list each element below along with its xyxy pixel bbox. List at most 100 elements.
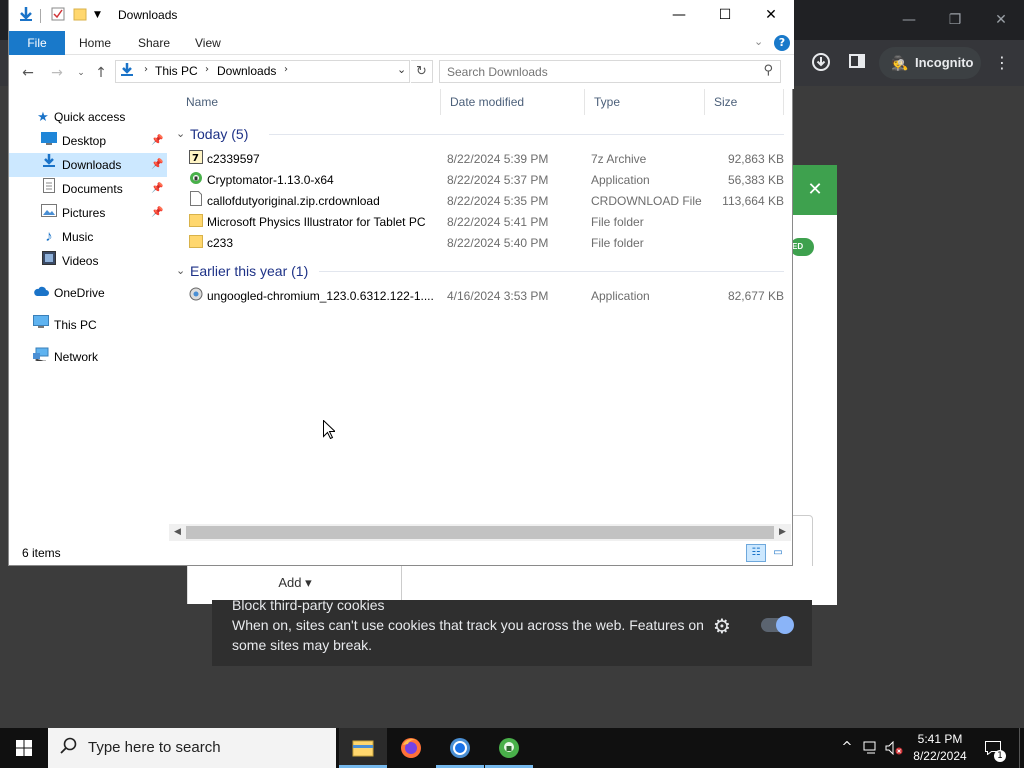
sidebar-item-desktop[interactable]: Desktop 📌 <box>9 129 167 153</box>
windows-start-icon[interactable] <box>0 728 48 768</box>
file-row[interactable]: ungoogled-chromium_123.0.6312.122-1.... … <box>176 286 784 307</box>
pin-icon[interactable]: 📌 <box>151 129 163 153</box>
sidebar-item-quick-access[interactable]: ★ Quick access <box>9 105 167 129</box>
download-icon[interactable] <box>810 52 832 74</box>
sidebar-item-onedrive[interactable]: OneDrive <box>9 281 167 305</box>
group-label: Today (5) <box>190 126 249 142</box>
mouse-cursor-icon <box>323 419 337 440</box>
incognito-indicator[interactable]: 🕵 Incognito <box>879 47 981 79</box>
column-header-type[interactable]: Type <box>584 89 704 115</box>
file-size: 92,863 KB <box>727 152 784 166</box>
scroll-right-icon[interactable]: ▶ <box>774 524 791 541</box>
divider <box>401 566 402 604</box>
column-header-name[interactable]: Name <box>176 89 440 115</box>
forward-arrow-icon[interactable]: → <box>48 64 66 82</box>
scroll-left-icon[interactable]: ◀ <box>169 524 186 541</box>
clock[interactable]: 5:41 PM 8/22/2024 <box>908 731 972 765</box>
back-arrow-icon[interactable]: ← <box>19 64 37 82</box>
file-date: 8/22/2024 5:37 PM <box>447 173 549 187</box>
taskbar-search-box[interactable]: Type here to search <box>48 728 336 768</box>
file-explorer-window: ▼ Downloads — ☐ ✕ File Home Share View ⌄… <box>8 0 794 566</box>
clock-time: 5:41 PM <box>917 732 963 746</box>
green-close-button[interactable]: ✕ <box>793 165 837 215</box>
chevron-down-icon[interactable]: ⌄ <box>176 260 185 282</box>
sidebar-item-this-pc[interactable]: This PC <box>9 313 167 337</box>
details-view-icon[interactable]: ☷ <box>746 544 766 562</box>
file-type: Application <box>591 173 650 187</box>
chevron-up-icon[interactable]: ^ <box>837 728 857 768</box>
chrome-close-button[interactable]: ✕ <box>989 8 1013 32</box>
file-icon <box>188 191 204 212</box>
cookies-toggle[interactable] <box>761 616 794 634</box>
file-row[interactable]: 7 c2339597 8/22/2024 5:39 PM 7z Archive … <box>176 149 784 170</box>
chevron-down-icon[interactable]: ⌄ <box>754 35 763 48</box>
chrome-menu-icon[interactable]: ⋮ <box>991 52 1013 74</box>
properties-icon[interactable] <box>51 7 65 24</box>
sidebar-item-music[interactable]: ♪ Music <box>9 225 167 249</box>
recent-locations-icon[interactable]: ⌄ <box>72 64 90 82</box>
search-box[interactable]: ⚲ <box>439 60 781 83</box>
file-row[interactable]: Microsoft Physics Illustrator for Tablet… <box>176 212 784 233</box>
file-row[interactable]: callofdutyoriginal.zip.crdownload 8/22/2… <box>176 191 784 212</box>
large-icons-view-icon[interactable]: ▭ <box>768 544 788 562</box>
file-row[interactable]: Cryptomator-1.13.0-x64 8/22/2024 5:37 PM… <box>176 170 784 191</box>
chevron-down-icon[interactable]: ⌄ <box>397 63 406 76</box>
tab-share[interactable]: Share <box>130 31 178 55</box>
pin-icon[interactable]: 📌 <box>151 153 163 177</box>
up-arrow-icon[interactable]: ↑ <box>92 64 110 82</box>
archive-icon: 7 <box>188 149 204 170</box>
column-header-date[interactable]: Date modified <box>440 89 584 115</box>
navigation-bar: ← → ⌄ ↑ › This PC › Downloads › ⌄ ↻ ⚲ <box>9 55 794 89</box>
refresh-icon[interactable]: ↻ <box>411 60 433 83</box>
chrome-taskbar-icon[interactable] <box>436 728 484 768</box>
tab-home[interactable]: Home <box>71 31 119 55</box>
pin-icon[interactable]: 📌 <box>151 201 163 225</box>
customize-qat-icon[interactable]: ▼ <box>94 10 101 20</box>
pin-icon[interactable]: 📌 <box>151 177 163 201</box>
cryptomator-taskbar-icon[interactable] <box>485 728 533 768</box>
show-desktop-button[interactable] <box>1019 728 1024 768</box>
status-bar: 6 items ☷ ▭ <box>9 541 794 565</box>
sidebar-item-label: Videos <box>62 254 99 268</box>
side-panel-icon[interactable] <box>846 52 868 74</box>
sidebar-item-network[interactable]: Network <box>9 345 167 369</box>
file-row[interactable]: c233 8/22/2024 5:40 PM File folder <box>176 233 784 254</box>
network-status-icon[interactable] <box>861 728 881 768</box>
close-button[interactable]: ✕ <box>748 0 794 31</box>
firefox-taskbar-icon[interactable] <box>387 728 435 768</box>
chevron-down-icon[interactable]: ⌄ <box>176 123 185 145</box>
breadcrumb-separator[interactable]: › <box>205 64 209 75</box>
help-icon[interactable]: ? <box>774 35 790 51</box>
maximize-button[interactable]: ☐ <box>702 0 748 31</box>
sidebar-item-videos[interactable]: Videos <box>9 249 167 273</box>
tab-view[interactable]: View <box>187 31 229 55</box>
horizontal-scrollbar[interactable]: ◀ ▶ <box>169 524 791 541</box>
add-button[interactable]: Add ▾ <box>265 572 325 594</box>
column-header-size[interactable]: Size <box>704 89 784 115</box>
address-bar[interactable]: › This PC › Downloads › ⌄ <box>115 60 410 83</box>
chrome-minimize-button[interactable]: — <box>897 8 921 32</box>
sidebar-item-downloads[interactable]: Downloads 📌 <box>9 153 167 177</box>
sidebar-item-pictures[interactable]: Pictures 📌 <box>9 201 167 225</box>
status-badge: ED <box>790 238 814 256</box>
breadcrumb-separator[interactable]: › <box>144 64 148 75</box>
desktop-icon <box>41 129 57 153</box>
column-separator[interactable] <box>783 89 784 115</box>
gear-icon[interactable]: ⚙ <box>713 614 731 638</box>
file-explorer-taskbar-icon[interactable] <box>339 728 387 768</box>
scrollbar-thumb[interactable] <box>186 526 774 539</box>
download-icon <box>120 62 134 82</box>
breadcrumb-this-pc[interactable]: This PC <box>155 64 198 78</box>
file-date: 8/22/2024 5:40 PM <box>447 236 549 250</box>
breadcrumb-downloads[interactable]: Downloads <box>217 64 276 78</box>
chrome-restore-button[interactable]: ❐ <box>943 8 967 32</box>
volume-muted-icon[interactable] <box>884 728 904 768</box>
sidebar-item-documents[interactable]: Documents 📌 <box>9 177 167 201</box>
minimize-button[interactable]: — <box>656 0 702 31</box>
new-folder-icon[interactable] <box>73 7 87 24</box>
notification-center-icon[interactable] <box>982 728 1004 768</box>
breadcrumb-separator[interactable]: › <box>284 64 288 75</box>
search-input[interactable] <box>440 61 750 82</box>
column-headers: Name Date modified Type Size <box>176 89 784 115</box>
tab-file[interactable]: File <box>9 31 65 55</box>
